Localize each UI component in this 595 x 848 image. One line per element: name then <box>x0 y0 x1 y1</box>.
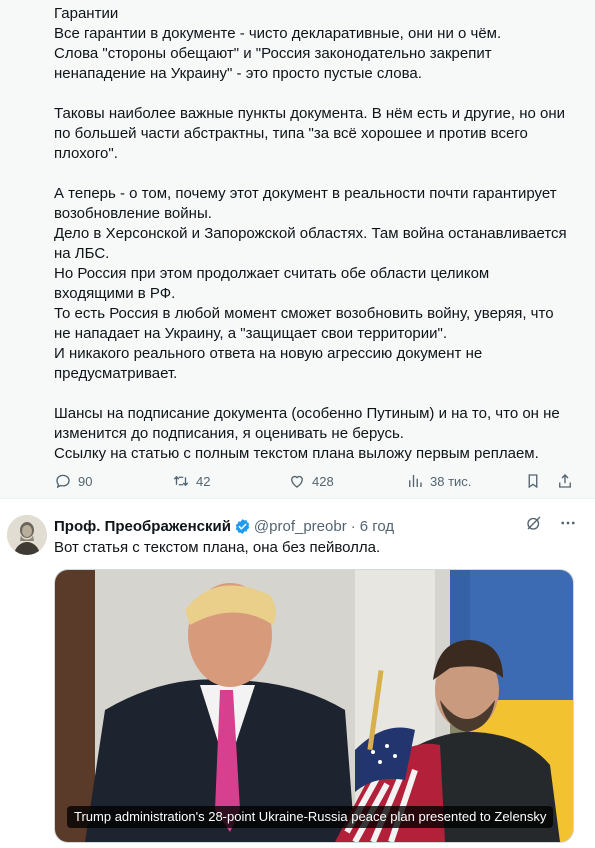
author-name[interactable]: Проф. Преображенский <box>54 518 231 535</box>
tweet-thread-parent[interactable]: Гарантии Все гарантии в документе - чист… <box>0 0 595 498</box>
views-icon <box>409 475 422 487</box>
author-handle[interactable]: @prof_preobr <box>254 518 347 535</box>
verified-icon <box>235 518 250 534</box>
like-button[interactable]: 428 <box>288 472 334 490</box>
bookmark-button[interactable] <box>524 472 542 490</box>
link-card-image[interactable]: Trump administration's 28-point Ukraine-… <box>54 569 574 843</box>
views-count: 38 тис. <box>430 473 472 489</box>
tweet-text: Вот статья с текстом плана, она без пейв… <box>54 539 381 556</box>
views-button[interactable]: 38 тис. <box>406 472 471 490</box>
reply-count: 90 <box>78 473 93 489</box>
repost-count: 42 <box>196 473 211 489</box>
tweet-header: Проф. Преображенский @prof_preobr · 6 го… <box>54 516 394 536</box>
more-icon[interactable] <box>559 514 577 532</box>
repost-button[interactable]: 42 <box>172 472 210 490</box>
tweet-top-icons <box>525 514 577 532</box>
repost-icon <box>173 475 189 487</box>
grok-icon[interactable] <box>525 514 543 532</box>
avatar[interactable] <box>7 515 47 555</box>
separator-dot: · <box>350 517 356 535</box>
share-icon <box>559 474 571 488</box>
like-count: 428 <box>312 473 334 489</box>
reply-button[interactable]: 90 <box>54 472 92 490</box>
tweet-actions: 90 42 428 38 тис. <box>54 472 574 492</box>
link-card-title[interactable]: Trump administration's 28-point Ukraine-… <box>67 806 554 828</box>
news-photo <box>55 570 573 842</box>
bookmark-icon <box>528 474 538 489</box>
share-button[interactable] <box>556 472 574 490</box>
reply-icon <box>56 474 70 489</box>
tweet-text: Гарантии Все гарантии в документе - чист… <box>54 5 567 462</box>
timestamp[interactable]: 6 год <box>360 518 394 535</box>
avatar-portrait-icon <box>7 515 47 555</box>
like-icon <box>291 475 303 488</box>
tweet-reply[interactable]: Проф. Преображенский @prof_preobr · 6 го… <box>0 499 595 848</box>
